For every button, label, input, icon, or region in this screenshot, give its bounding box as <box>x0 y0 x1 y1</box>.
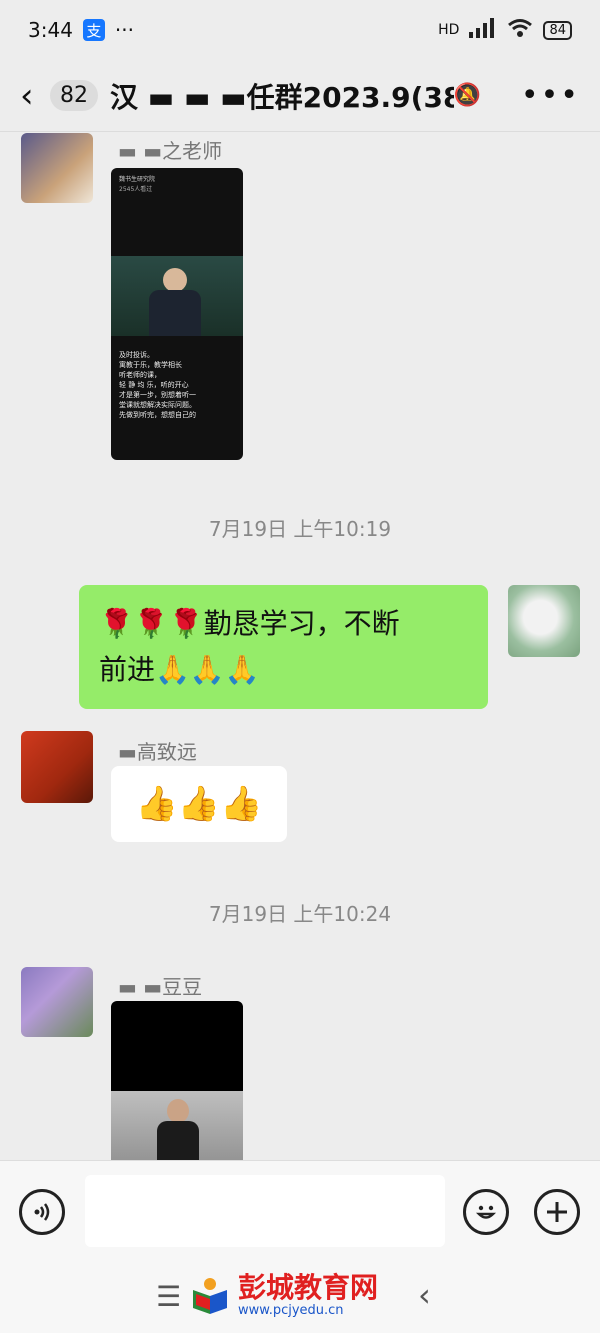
battery-icon: 84 <box>543 20 572 40</box>
chat-title: 汉 ▬ ▬ ▬任群2023.9(38) <box>110 80 454 114</box>
timestamp: 7月19日 上午10:24 <box>208 902 392 926</box>
shot-video <box>111 1091 243 1160</box>
network-label: HD <box>438 22 460 38</box>
image-message[interactable]: 魏书生研究院 2545人看过 及时投诉。 寓教于乐，教学相长 听老师的课， 轻 … <box>111 168 243 460</box>
sender-name: ▬ ▬豆豆 <box>118 975 203 999</box>
wifi-icon <box>507 18 533 42</box>
signal-icon <box>469 18 497 42</box>
watermark: 彭城教育网 www.pcjyedu.cn <box>190 1274 378 1317</box>
emoji-picker-icon[interactable] <box>463 1189 509 1235</box>
image-message[interactable] <box>111 1001 243 1160</box>
nav-back-icon[interactable]: ‹ <box>418 1276 431 1314</box>
more-options-icon[interactable]: ••• <box>521 78 580 113</box>
watermark-logo-icon <box>190 1276 232 1316</box>
chat-header: ‹ 82 汉 ▬ ▬ ▬任群2023.9(38) 🔕 ••• <box>0 60 600 132</box>
shot-header: 魏书生研究院 <box>119 176 156 183</box>
message-input[interactable] <box>85 1175 445 1247</box>
avatar[interactable] <box>21 967 93 1037</box>
alipay-icon: 支 <box>82 19 105 41</box>
shot-video <box>111 256 243 336</box>
voice-input-icon[interactable] <box>19 1189 65 1235</box>
input-bar <box>0 1160 600 1261</box>
plus-icon[interactable] <box>534 1189 580 1235</box>
menu-icon[interactable]: ☰ <box>156 1280 181 1313</box>
watermark-url: www.pcjyedu.cn <box>238 1303 344 1318</box>
message-text-line: 🌹🌹🌹勤恳学习，不断 <box>99 607 400 640</box>
message-text-line: 前进🙏🙏🙏 <box>99 653 260 686</box>
status-bar: 3:44 支 ··· HD 84 <box>0 0 600 60</box>
watermark-title: 彭城教育网 <box>238 1271 379 1304</box>
avatar[interactable] <box>21 731 93 803</box>
sender-name: ▬高致远 <box>118 740 197 764</box>
my-avatar[interactable] <box>508 585 580 657</box>
sender-name: ▬ ▬之老师 <box>118 139 223 163</box>
back-chevron-icon[interactable]: ‹ <box>20 76 50 116</box>
my-text-bubble[interactable]: 🌹🌹🌹勤恳学习，不断 前进🙏🙏🙏 <box>79 585 488 709</box>
overflow-icon: ··· <box>114 18 134 42</box>
message-list[interactable]: ▬ ▬之老师 魏书生研究院 2545人看过 及时投诉。 寓教于乐，教学相长 听老… <box>0 133 600 1160</box>
status-time: 3:44 <box>28 18 73 42</box>
system-nav-bar: ☰ 彭城教育网 www.pcjyedu.cn ‹ <box>0 1260 600 1333</box>
avatar[interactable] <box>21 133 93 203</box>
shot-comments: 及时投诉。 寓教于乐，教学相长 听老师的课， 轻 静 均 乐，听的开心 才是第一… <box>119 351 196 419</box>
timestamp: 7月19日 上午10:19 <box>208 517 392 541</box>
unread-count-badge[interactable]: 82 <box>50 80 98 111</box>
mute-bell-icon: 🔕 <box>453 83 481 108</box>
emoji-bubble[interactable]: 👍👍👍 <box>111 766 287 842</box>
shot-views: 2545人看过 <box>119 186 153 193</box>
